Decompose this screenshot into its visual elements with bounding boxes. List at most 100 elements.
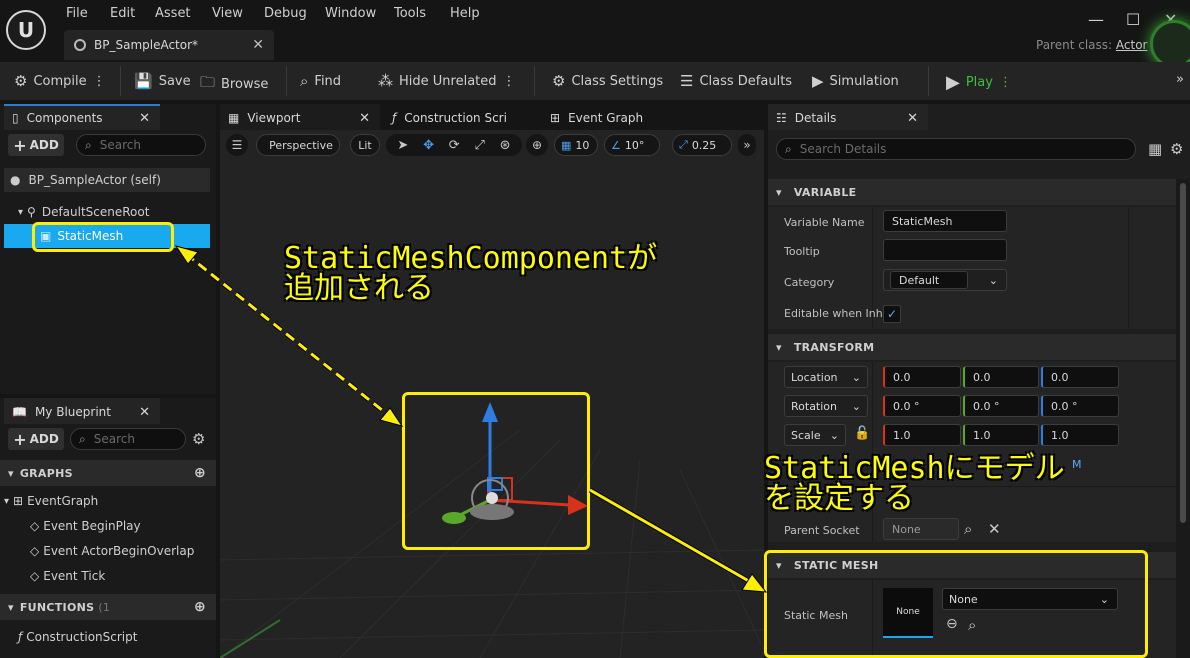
close-icon[interactable]: ✕ — [139, 111, 150, 126]
rotation-snap-button[interactable]: ∠ 10° — [604, 134, 660, 156]
close-icon[interactable]: ✕ — [252, 37, 264, 53]
document-tab[interactable]: BP_SampleActor* ✕ — [64, 30, 274, 60]
close-icon[interactable]: ✕ — [359, 111, 370, 126]
scale-y-input[interactable]: 1.0 — [963, 424, 1039, 446]
play-button[interactable]: ▶ Play ⋮ — [946, 72, 1012, 93]
editable-checkbox[interactable]: ✓ — [883, 305, 901, 323]
scale-dropdown[interactable]: Scale ⌄ — [784, 424, 846, 446]
select-icon[interactable]: ➤ — [397, 138, 408, 153]
lock-icon[interactable]: 🔓 — [854, 426, 870, 441]
event-item[interactable]: ◇ Event Tick — [30, 564, 210, 588]
close-icon[interactable]: ✕ — [139, 405, 150, 420]
add-blueprint-item-button[interactable]: + ADD — [8, 428, 64, 450]
chevron-down-icon[interactable]: ▾ — [18, 207, 23, 218]
graphs-section-header[interactable]: ▾ GRAPHS ⊕ — [0, 460, 216, 486]
gear-icon[interactable]: ⚙ — [192, 430, 205, 448]
component-self-item[interactable]: ● BP_SampleActor (self) — [4, 168, 210, 192]
world-space-icon[interactable]: ⊕ — [526, 134, 548, 156]
source-control-status-icon[interactable] — [1150, 20, 1190, 68]
compile-options-icon[interactable]: ⋮ — [93, 74, 106, 89]
menu-asset[interactable]: Asset — [155, 6, 191, 21]
table-view-icon[interactable]: ▦ — [1148, 140, 1162, 158]
perspective-dropdown[interactable]: Perspective — [256, 134, 340, 156]
rotate-icon[interactable]: ⟳ — [449, 138, 460, 153]
location-y-input[interactable]: 0.0 — [963, 366, 1039, 388]
menu-file[interactable]: File — [66, 6, 88, 21]
rotation-dropdown[interactable]: Rotation ⌄ — [784, 395, 868, 417]
event-item[interactable]: ◇ Event ActorBeginOverlap — [30, 539, 210, 563]
class-defaults-button[interactable]: ☰ Class Defaults — [680, 72, 792, 90]
blueprint-search-input[interactable]: ⌕ Search — [70, 428, 186, 450]
add-function-icon[interactable]: ⊕ — [194, 599, 206, 615]
simulation-button[interactable]: ▶ Simulation — [812, 72, 899, 90]
parent-class-link[interactable]: Actor — [1116, 38, 1148, 52]
function-item[interactable]: ƒ ConstructionScript — [18, 625, 210, 649]
minimize-icon[interactable]: — — [1088, 10, 1104, 29]
location-dropdown[interactable]: Location ⌄ — [784, 366, 868, 388]
close-icon[interactable]: ✕ — [907, 111, 918, 126]
tooltip-input[interactable] — [883, 239, 1007, 261]
maximize-icon[interactable]: ☐ — [1126, 10, 1140, 29]
menu-debug[interactable]: Debug — [264, 6, 307, 21]
viewport-overflow-icon[interactable]: » — [738, 134, 756, 156]
details-search-input[interactable]: ⌕ Search Details — [776, 138, 1136, 160]
event-item[interactable]: ◇ Event BeginPlay — [30, 514, 210, 538]
save-button[interactable]: 💾 Save — [134, 72, 191, 90]
menu-help[interactable]: Help — [450, 6, 480, 21]
component-root-item[interactable]: ▾ ⚲ DefaultSceneRoot — [4, 200, 210, 224]
rotation-x-input[interactable]: 0.0 ° — [883, 395, 961, 417]
clear-icon[interactable]: ✕ — [988, 520, 1001, 538]
menu-tools[interactable]: Tools — [394, 6, 426, 21]
tab-details[interactable]: ☷ Details ✕ — [768, 104, 928, 130]
details-scrollbar[interactable] — [1176, 179, 1190, 658]
move-icon[interactable]: ✥ — [423, 138, 434, 153]
chevron-down-icon[interactable]: ▾ — [4, 496, 9, 507]
transform-section-header[interactable]: ▾ TRANSFORM — [768, 334, 1176, 360]
gear-icon[interactable]: ⚙ — [1170, 140, 1183, 158]
functions-count: (1 — [98, 600, 111, 614]
scale-snap-button[interactable]: ⤢ 0.25 — [672, 134, 732, 156]
find-button[interactable]: ⌕ Find — [300, 72, 341, 90]
rotation-z-input[interactable]: 0.0 ° — [1041, 395, 1119, 417]
menu-edit[interactable]: Edit — [110, 6, 135, 21]
functions-section-header[interactable]: ▾ FUNCTIONS (1 ⊕ — [0, 594, 216, 620]
tooltip-label: Tooltip — [784, 245, 820, 258]
scale-x-input[interactable]: 1.0 — [883, 424, 961, 446]
viewport-menu-icon[interactable]: ☰ — [226, 134, 248, 156]
menu-window[interactable]: Window — [325, 6, 376, 21]
location-z-input[interactable]: 0.0 — [1041, 366, 1119, 388]
tab-construction-script[interactable]: ƒ Construction Scri — [384, 104, 534, 130]
tab-event-graph[interactable]: ⊞ Event Graph — [542, 104, 692, 130]
scale-snap-value: 0.25 — [691, 138, 717, 152]
tab-components[interactable]: ▯ Components ✕ — [4, 104, 160, 130]
event-graph-item[interactable]: ▾ ⊞ EventGraph — [4, 489, 210, 513]
tab-my-blueprint[interactable]: 📖 My Blueprint ✕ — [4, 398, 160, 424]
add-graph-icon[interactable]: ⊕ — [194, 465, 206, 481]
play-options-icon[interactable]: ⋮ — [999, 75, 1012, 90]
components-search-input[interactable]: ⌕ Search — [76, 134, 206, 156]
rotation-y-input[interactable]: 0.0 ° — [963, 395, 1039, 417]
viewport[interactable]: ☰ Perspective Lit ➤ ✥ ⟳ ⤢ ⊛ ⊕ ▦ 10 ∠ 10°… — [220, 130, 764, 658]
add-component-button[interactable]: + ADD — [8, 134, 64, 156]
search-icon[interactable]: ⌕ — [964, 520, 972, 538]
parent-socket-input[interactable]: None — [883, 518, 959, 540]
view-mode-dropdown[interactable]: Lit — [350, 134, 380, 156]
hide-unrelated-button[interactable]: ⁂ Hide Unrelated ⋮ — [378, 72, 516, 90]
compile-button[interactable]: ⚙ Compile ⋮ — [14, 72, 106, 90]
tab-viewport[interactable]: ▦ Viewport ✕ — [220, 104, 380, 130]
class-settings-button[interactable]: ⚙ Class Settings — [552, 72, 663, 90]
unreal-logo-icon[interactable]: U — [6, 10, 46, 50]
category-dropdown[interactable]: Default ⌄ — [883, 269, 1007, 291]
toolbar-overflow-icon[interactable]: » — [1176, 72, 1184, 87]
hide-unrelated-options-icon[interactable]: ⋮ — [503, 74, 516, 89]
variable-name-input[interactable]: StaticMesh — [883, 210, 1007, 232]
scrollbar-thumb[interactable] — [1180, 183, 1186, 523]
location-x-input[interactable]: 0.0 — [883, 366, 961, 388]
menu-view[interactable]: View — [212, 6, 243, 21]
scale-icon[interactable]: ⤢ — [474, 138, 484, 153]
variable-section-header[interactable]: ▾ VARIABLE — [768, 179, 1176, 205]
scale-z-input[interactable]: 1.0 — [1041, 424, 1119, 446]
browse-button[interactable]: 🗀 Browse — [200, 72, 268, 97]
surface-snap-icon[interactable]: ⊛ — [500, 138, 511, 153]
grid-snap-button[interactable]: ▦ 10 — [554, 134, 598, 156]
